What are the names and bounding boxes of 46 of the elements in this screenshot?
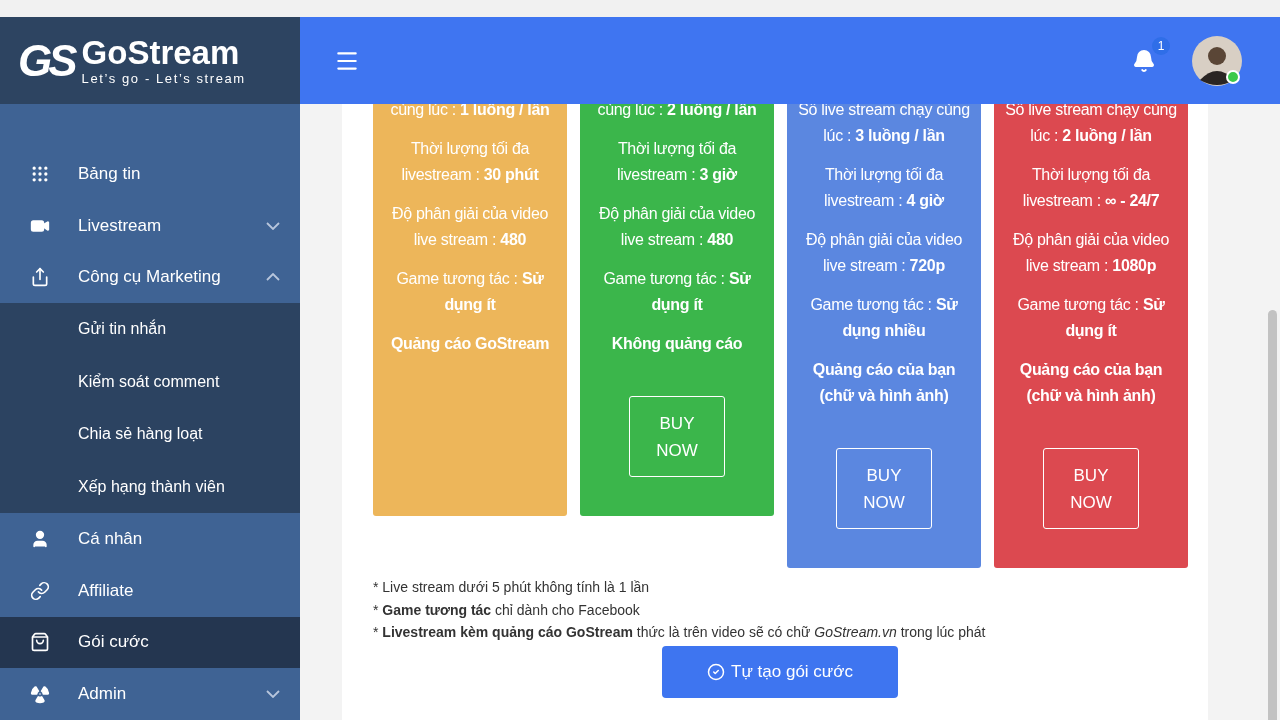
- sidebar-item[interactable]: Bảng tin: [0, 148, 300, 200]
- sidebar-item[interactable]: Công cụ Marketing: [0, 251, 300, 304]
- plan-feature: Game tương tác : Sử dụng ít: [1016, 295, 1166, 341]
- plan-feature: Game tương tác : Sử dụng nhiều: [809, 295, 959, 341]
- note-text: * Live stream dưới 5 phút không tính là 1 lần: [373, 578, 651, 597]
- plan-feature: Độ phân giải của video live stream : 480: [390, 204, 550, 250]
- sidebar-icon: [30, 267, 50, 288]
- sidebar-icon: [30, 684, 50, 705]
- logo-mark: GS: [18, 38, 74, 83]
- plan-feature: Game tương tác : Sử dụng ít: [395, 269, 545, 315]
- sidebar-icon: [30, 580, 50, 601]
- plan-feature: Độ phân giải của video live stream : 480: [597, 204, 757, 250]
- plan-feature: Thời lượng tối đa livestream : 3 giờ: [616, 139, 738, 185]
- submenu-item[interactable]: Gửi tin nhắn: [0, 303, 300, 356]
- plan-feature: Thời lượng tối đa livestream : ∞ - 24/7: [1021, 165, 1161, 211]
- create-plan-button[interactable]: Tự tạo gói cước: [662, 645, 898, 698]
- plan-feature: Độ phân giải của video live stream : 1080p: [1011, 230, 1171, 276]
- buy-now-button[interactable]: BUY NOW: [836, 448, 932, 529]
- sidebar-item[interactable]: Cá nhân: [0, 513, 300, 565]
- plan-feature: Thời lượng tối đa livestream : 4 giờ: [823, 165, 945, 211]
- plan-feature: Game tương tác : Sử dụng ít: [602, 269, 752, 315]
- sidebar-item[interactable]: Gói cước: [0, 616, 300, 669]
- plan-feature: Quảng cáo của bạn (chữ và hình ảnh): [1018, 360, 1164, 406]
- sidebar-icon: [30, 529, 50, 549]
- plan-feature: Thời lượng tối đa livestream : 30 phút: [400, 139, 540, 185]
- notification-badge: 1: [1152, 36, 1170, 55]
- logo-tagline: Let’s go - Let’s stream: [81, 71, 246, 86]
- check-circle-icon: [707, 662, 726, 681]
- sidebar-item[interactable]: Affiliate: [0, 564, 300, 617]
- plan-feature: Quảng cáo GoStream: [390, 334, 550, 354]
- logo-name: GoStream: [81, 35, 241, 71]
- plan-feature: Độ phân giải của video live stream : 720p: [804, 230, 964, 276]
- sidebar-item[interactable]: Livestream: [0, 199, 300, 252]
- plan-feature: Quảng cáo của bạn (chữ và hình ảnh): [811, 360, 957, 406]
- submenu-item[interactable]: Kiểm soát comment: [0, 355, 300, 409]
- plan-feature: Không quảng cáo: [611, 334, 743, 354]
- scrollbar-thumb[interactable]: [1267, 310, 1277, 720]
- submenu-item[interactable]: Xếp hạng thành viên: [0, 460, 300, 514]
- sidebar-item[interactable]: Admin: [0, 668, 300, 720]
- avatar[interactable]: [1192, 35, 1242, 86]
- bell-icon[interactable]: [1132, 48, 1156, 73]
- submenu-item[interactable]: Chia sẻ hàng loạt: [0, 408, 300, 461]
- sidebar-icon: [30, 632, 50, 653]
- note-text: *Livestream kèm quảng cáo GoStream thức là trên video sẽ có chữ GoStream.vn trong lúc phát: [373, 623, 987, 642]
- buy-now-button[interactable]: BUY NOW: [1043, 448, 1139, 529]
- note-text: *Game tương tác chỉ dành cho Facebook: [373, 600, 641, 620]
